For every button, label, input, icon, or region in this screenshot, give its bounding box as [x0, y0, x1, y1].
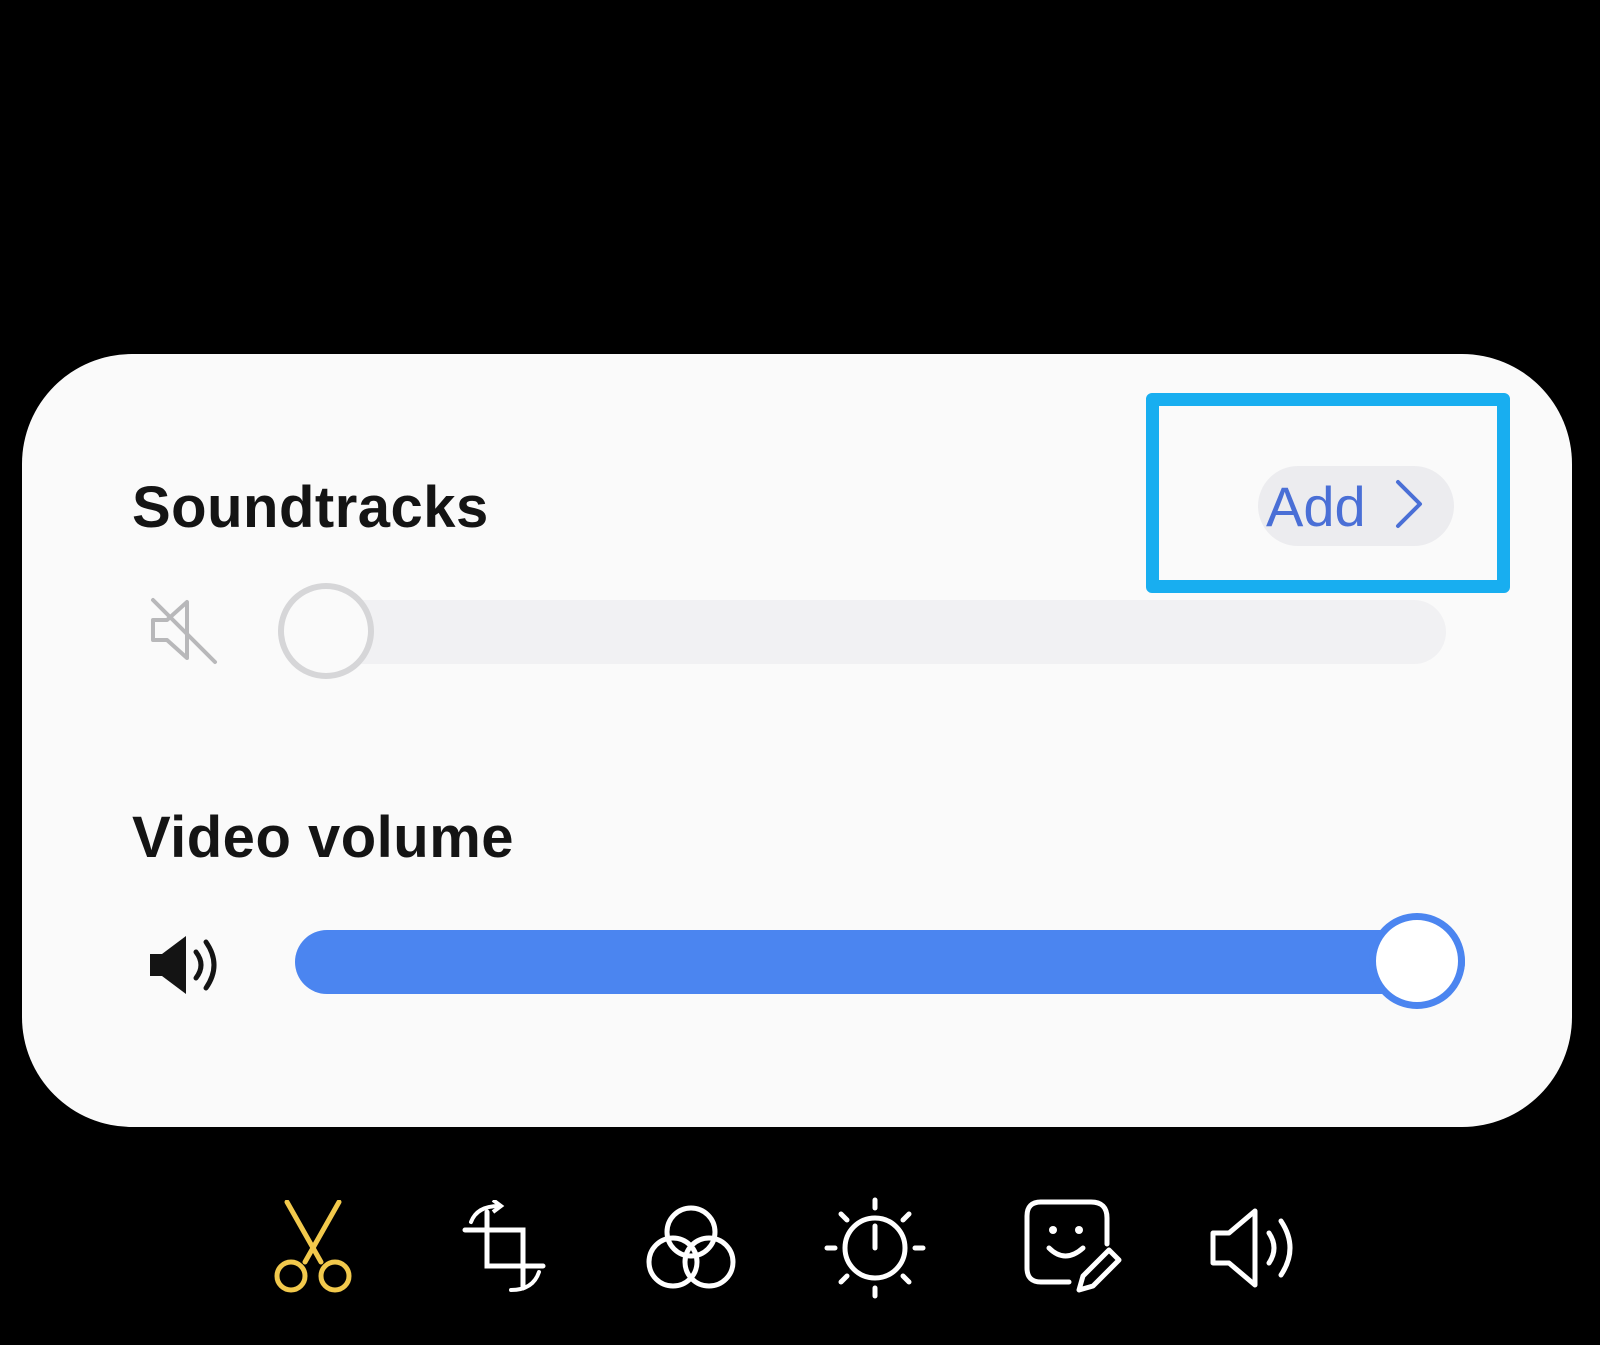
speaker-icon — [1207, 1203, 1307, 1298]
brightness-icon — [823, 1196, 927, 1305]
filters-icon — [643, 1200, 739, 1301]
tool-filters[interactable] — [636, 1195, 746, 1305]
video-volume-slider[interactable] — [295, 930, 1465, 994]
video-editor-screen: Soundtracks Add Video volume — [0, 0, 1600, 1345]
editor-toolbar — [0, 1195, 1600, 1315]
video-volume-slider-thumb[interactable] — [1369, 913, 1465, 1009]
soundtrack-volume-slider[interactable] — [278, 600, 1446, 664]
selection-highlight — [1146, 393, 1510, 593]
soundtracks-title: Soundtracks — [132, 475, 489, 540]
mute-icon — [145, 592, 221, 673]
tool-audio[interactable] — [1202, 1195, 1312, 1305]
video-volume-title: Video volume — [132, 805, 515, 870]
tool-crop[interactable] — [450, 1195, 560, 1305]
crop-rotate-icon — [457, 1197, 553, 1301]
tool-adjust[interactable] — [820, 1195, 930, 1305]
soundtrack-slider-thumb[interactable] — [278, 583, 374, 679]
scissors-icon — [263, 1199, 363, 1301]
sticker-icon — [1021, 1196, 1125, 1305]
tool-trim[interactable] — [258, 1195, 368, 1305]
tool-sticker[interactable] — [1018, 1195, 1128, 1305]
volume-icon[interactable] — [148, 930, 228, 1005]
